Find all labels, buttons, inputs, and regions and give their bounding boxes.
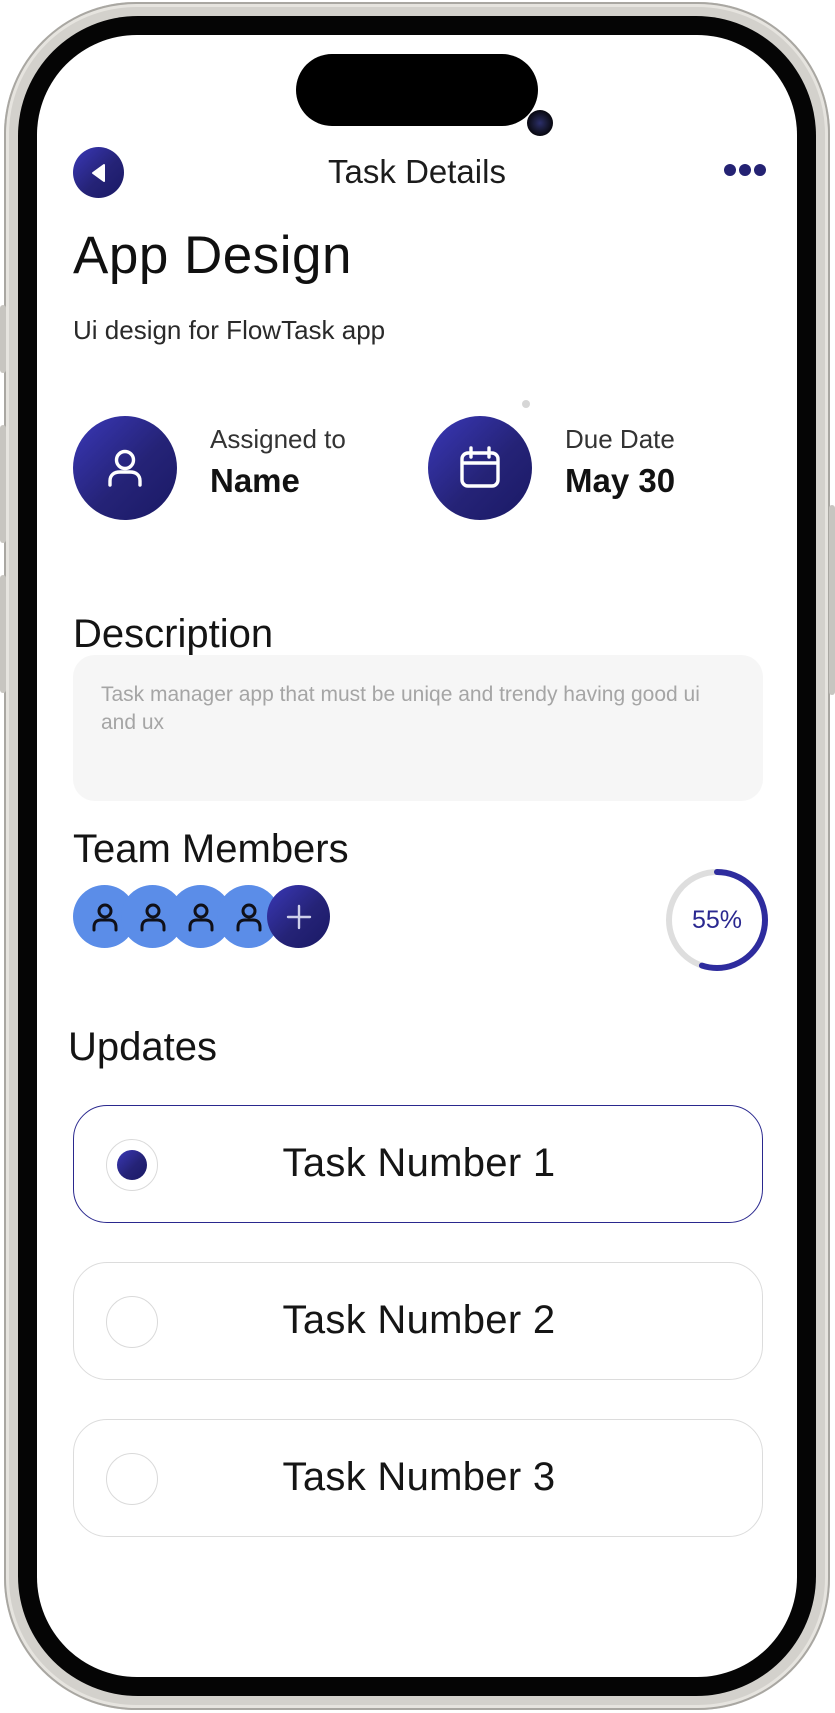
task-label: Task Number 3 [282,1455,556,1499]
action-button [0,305,6,373]
calendar-icon [460,446,500,488]
add-member-button[interactable] [267,885,330,948]
task-title: App Design [73,226,353,285]
app-screen: Task Details App Design Ui design for Fl… [37,35,797,1677]
user-icon [108,449,142,487]
due-date-label: Due Date [565,424,675,454]
user-icon [188,903,213,931]
task-item[interactable]: Task Number 2 [73,1262,763,1380]
description-heading: Description [73,612,274,656]
back-arrow-icon [91,163,105,182]
description-text: Task manager app that must be uniqe and … [101,683,700,734]
task-subtitle: Ui design for FlowTask app [73,315,386,345]
task-item[interactable]: Task Number 1 [73,1105,763,1223]
more-options-button[interactable] [720,155,770,185]
indicator-dot [522,400,530,408]
plus-icon [286,904,311,929]
assigned-label: Assigned to [210,424,346,454]
assignee-avatar[interactable] [73,416,177,520]
user-icon [140,903,165,931]
volume-down-button [0,575,6,693]
description-box[interactable]: Task manager app that must be uniqe and … [73,655,763,801]
camera-icon [527,110,553,136]
updates-heading: Updates [68,1025,217,1069]
task-item[interactable]: Task Number 3 [73,1419,763,1537]
power-button [829,505,835,695]
user-icon [236,903,261,931]
assigned-value: Name [210,462,300,499]
due-date-value: May 30 [565,462,676,499]
team-members-heading: Team Members [73,827,349,871]
back-button[interactable] [73,147,124,198]
volume-up-button [0,425,6,543]
task-label: Task Number 2 [282,1298,556,1342]
dynamic-island [296,54,538,126]
task-label: Task Number 1 [282,1141,556,1185]
user-icon [92,903,117,931]
progress-percent: 55% [691,905,743,934]
more-dots-icon [724,164,736,176]
page-header-title: Task Details [328,153,506,190]
due-date-icon-button[interactable] [428,416,532,520]
